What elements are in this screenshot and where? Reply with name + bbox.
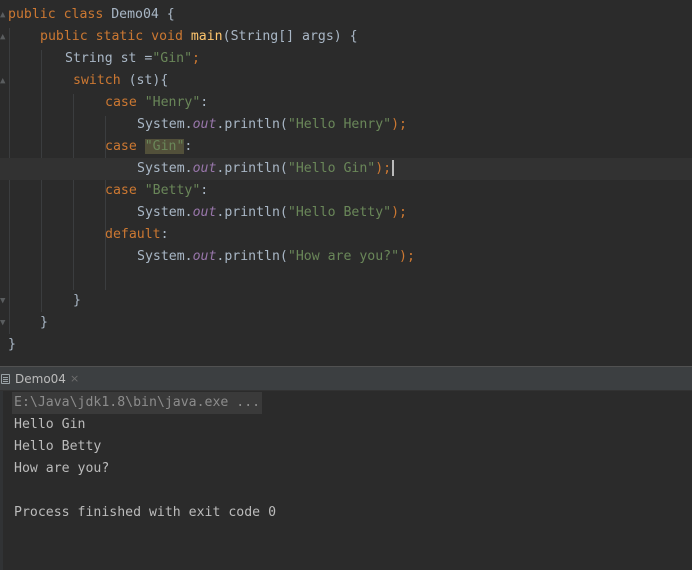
- fold-marker-icon[interactable]: ▲: [0, 10, 8, 20]
- code-line[interactable]: case "Henry":: [105, 92, 208, 114]
- code-line[interactable]: System.out.println("Hello Henry");: [137, 114, 407, 136]
- console-command-line[interactable]: E:\Java\jdk1.8\bin\java.exe ...: [12, 392, 263, 414]
- console-output-line: Hello Betty: [14, 439, 102, 454]
- fold-marker-icon[interactable]: ▼: [0, 318, 8, 328]
- console-output-line: Hello Gin: [14, 417, 86, 432]
- console-output[interactable]: E:\Java\jdk1.8\bin\java.exe ... Hello Gi…: [0, 391, 692, 570]
- code-editor[interactable]: ▲ ▲ ▲ ▼ ▼ public class Demo04 { public s…: [0, 0, 692, 366]
- run-tab-demo04[interactable]: Demo04: [15, 367, 66, 391]
- fold-marker-icon[interactable]: ▼: [0, 296, 8, 306]
- code-line[interactable]: }: [73, 290, 81, 312]
- console-gutter: [0, 391, 3, 570]
- run-console-icon: [1, 374, 10, 384]
- code-line[interactable]: }: [8, 334, 16, 356]
- code-line[interactable]: String st ="Gin";: [65, 48, 200, 70]
- code-line[interactable]: default:: [105, 224, 169, 246]
- code-line[interactable]: System.out.println("How are you?");: [137, 246, 415, 268]
- code-line[interactable]: }: [40, 312, 48, 334]
- fold-marker-icon[interactable]: ▲: [0, 76, 8, 86]
- search-highlight: "Gin": [144, 139, 185, 154]
- current-code-line[interactable]: System.out.println("Hello Gin");: [0, 158, 692, 180]
- fold-marker-icon[interactable]: ▲: [0, 32, 8, 42]
- run-tool-window-header: Demo04 ×: [0, 366, 692, 391]
- code-line[interactable]: public class Demo04 {: [8, 4, 175, 26]
- indent-guide: [41, 50, 42, 312]
- code-line[interactable]: System.out.println("Hello Betty");: [137, 202, 407, 224]
- indent-guide: [73, 94, 74, 290]
- code-line[interactable]: case "Gin":: [105, 136, 192, 158]
- indent-guide: [9, 28, 10, 334]
- text-caret: [392, 160, 395, 176]
- code-line[interactable]: case "Betty":: [105, 180, 208, 202]
- code-line[interactable]: switch (st){: [73, 70, 168, 92]
- code-line[interactable]: public static void main(String[] args) {: [40, 26, 358, 48]
- close-icon[interactable]: ×: [70, 367, 79, 391]
- console-exit-message: Process finished with exit code 0: [14, 505, 277, 520]
- console-output-line: How are you?: [14, 461, 110, 476]
